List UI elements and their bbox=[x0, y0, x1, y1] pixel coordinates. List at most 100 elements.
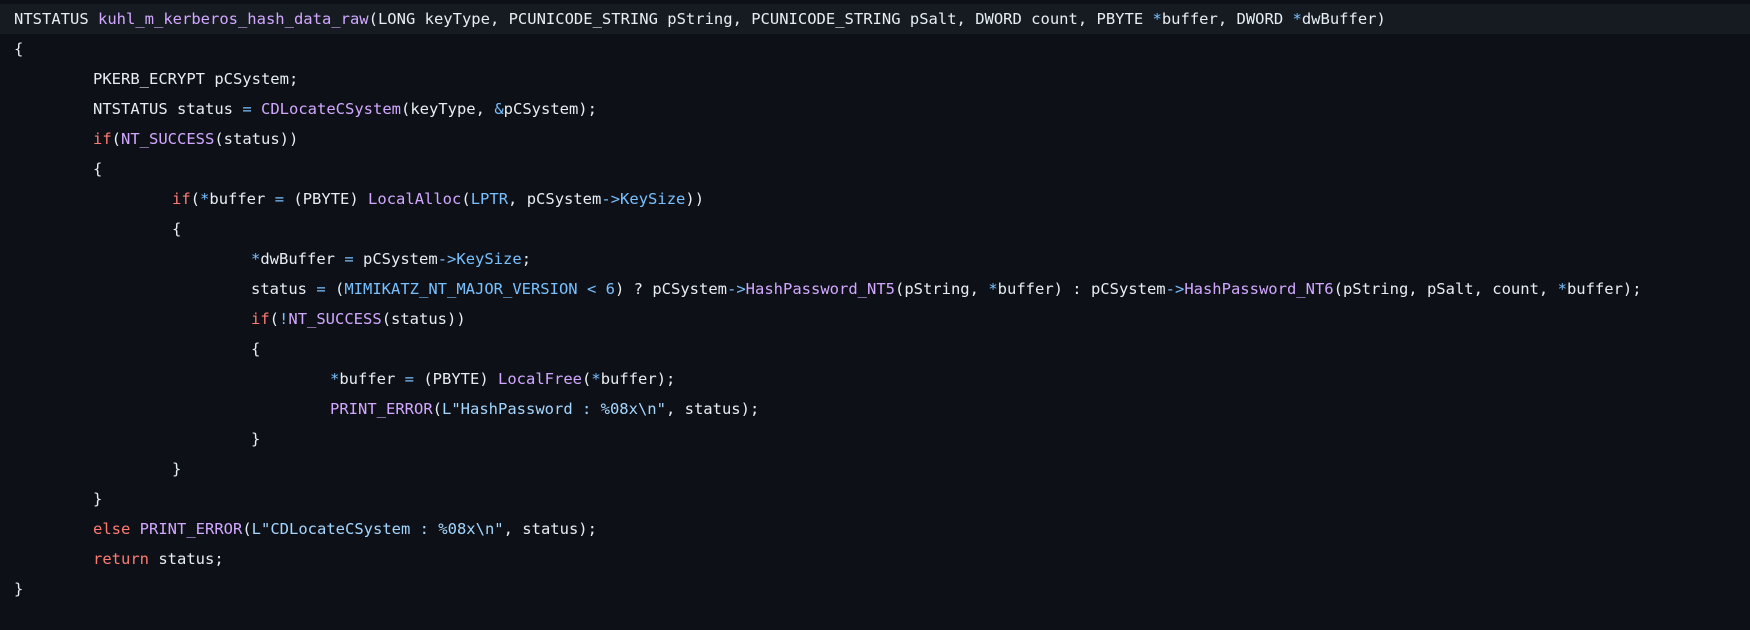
code-token: } bbox=[251, 430, 261, 448]
code-token: pCSystem); bbox=[503, 100, 597, 118]
code-line: } bbox=[0, 424, 1750, 454]
code-token: buffer) : pCSystem bbox=[997, 280, 1166, 298]
code-token: KeySize bbox=[456, 250, 522, 268]
code-token: ( bbox=[461, 190, 471, 208]
code-token: * bbox=[1292, 10, 1302, 28]
code-token: = bbox=[242, 100, 252, 118]
code-token: LocalAlloc bbox=[368, 190, 462, 208]
code-token: (LONG keyType, PCUNICODE_STRING pString,… bbox=[368, 10, 1153, 28]
code-token: kuhl_m_kerberos_hash_data_raw bbox=[98, 10, 369, 28]
code-token: else bbox=[93, 520, 131, 538]
code-line: if(NT_SUCCESS(status)) bbox=[0, 124, 1750, 154]
code-token: & bbox=[494, 100, 504, 118]
code-token: } bbox=[172, 460, 182, 478]
code-token: NT_SUCCESS bbox=[288, 310, 382, 328]
code-line: } bbox=[0, 574, 1750, 604]
code-line-text: PKERB_ECRYPT pCSystem; bbox=[93, 64, 298, 94]
code-token: CDLocateCSystem bbox=[261, 100, 401, 118]
code-token: * bbox=[591, 370, 601, 388]
code-line-text: *dwBuffer = pCSystem->KeySize; bbox=[251, 244, 531, 274]
code-token: } bbox=[93, 490, 103, 508]
code-line: if(*buffer = (PBYTE) LocalAlloc(LPTR, pC… bbox=[0, 184, 1750, 214]
code-token: ( bbox=[325, 280, 345, 298]
code-token: NTSTATUS status bbox=[93, 100, 243, 118]
code-line-text: return status; bbox=[93, 544, 224, 574]
code-token: buffer); bbox=[1566, 280, 1642, 298]
code-token: 6 bbox=[605, 280, 616, 298]
code-line: status = (MIMIKATZ_NT_MAJOR_VERSION < 6)… bbox=[0, 274, 1750, 304]
code-token: -> bbox=[601, 190, 621, 208]
code-line: PKERB_ECRYPT pCSystem; bbox=[0, 64, 1750, 94]
code-token: PRINT_ERROR bbox=[139, 520, 243, 538]
code-token: pCSystem bbox=[353, 250, 438, 268]
code-line: NTSTATUS kuhl_m_kerberos_hash_data_raw(L… bbox=[0, 4, 1750, 34]
code-line-text: { bbox=[172, 214, 181, 244]
code-token: KeySize bbox=[620, 190, 686, 208]
code-line: } bbox=[0, 484, 1750, 514]
code-token: (PBYTE) bbox=[414, 370, 499, 388]
code-token: ) ? pCSystem bbox=[615, 280, 727, 298]
code-token: PRINT_ERROR bbox=[330, 400, 433, 418]
code-token: = bbox=[316, 280, 326, 298]
code-view: NTSTATUS kuhl_m_kerberos_hash_data_raw(L… bbox=[0, 0, 1750, 630]
code-token: status bbox=[251, 280, 317, 298]
code-token: HashPassword_NT6 bbox=[1184, 280, 1334, 298]
code-token: buffer bbox=[209, 190, 275, 208]
code-line: NTSTATUS status = CDLocateCSystem(keyTyp… bbox=[0, 94, 1750, 124]
code-token: (status)) bbox=[381, 310, 466, 328]
code-token: * bbox=[988, 280, 998, 298]
code-line: *dwBuffer = pCSystem->KeySize; bbox=[0, 244, 1750, 274]
code-token: = bbox=[274, 190, 285, 208]
code-token: if bbox=[172, 190, 191, 208]
code-token: LPTR bbox=[470, 190, 509, 208]
code-token: L"HashPassword : %08x\n" bbox=[442, 400, 666, 418]
code-line: if(!NT_SUCCESS(status)) bbox=[0, 304, 1750, 334]
code-token: PKERB_ECRYPT pCSystem; bbox=[93, 70, 299, 88]
code-line-text: else PRINT_ERROR(L"CDLocateCSystem : %08… bbox=[93, 514, 597, 544]
code-token: , pCSystem bbox=[508, 190, 602, 208]
code-token: ( bbox=[242, 520, 252, 538]
code-token: buffer, DWORD bbox=[1161, 10, 1293, 28]
code-line: { bbox=[0, 154, 1750, 184]
code-line-text: { bbox=[251, 334, 260, 364]
code-line: return status; bbox=[0, 544, 1750, 574]
code-line-text: } bbox=[172, 454, 181, 484]
code-line-text: status = (MIMIKATZ_NT_MAJOR_VERSION < 6)… bbox=[251, 274, 1642, 304]
code-token: -> bbox=[437, 250, 457, 268]
code-token: * bbox=[330, 370, 340, 388]
code-token: * bbox=[1152, 10, 1162, 28]
code-line-text: PRINT_ERROR(L"HashPassword : %08x\n", st… bbox=[330, 394, 759, 424]
code-token: L"CDLocateCSystem : %08x\n" bbox=[251, 520, 504, 538]
code-token: HashPassword_NT5 bbox=[745, 280, 895, 298]
code-token: return bbox=[93, 550, 149, 568]
code-token: (pString, bbox=[894, 280, 989, 298]
code-token: { bbox=[14, 40, 24, 58]
code-token: (pString, pSalt, count, bbox=[1333, 280, 1558, 298]
code-token: -> bbox=[727, 280, 746, 298]
code-token: dwBuffer bbox=[260, 250, 345, 268]
code-token: (status)) bbox=[214, 130, 299, 148]
code-token: buffer); bbox=[600, 370, 676, 388]
code-token: (PBYTE) bbox=[284, 190, 369, 208]
code-token: ( bbox=[432, 400, 442, 418]
code-token: * bbox=[200, 190, 210, 208]
code-token: if bbox=[251, 310, 270, 328]
code-line-text: { bbox=[93, 154, 102, 184]
code-token: { bbox=[93, 160, 103, 178]
code-token: * bbox=[1557, 280, 1567, 298]
code-token: , status); bbox=[665, 400, 760, 418]
code-line: } bbox=[0, 454, 1750, 484]
code-line: { bbox=[0, 34, 1750, 64]
code-token: status; bbox=[149, 550, 224, 568]
code-line-text: *buffer = (PBYTE) LocalFree(*buffer); bbox=[330, 364, 675, 394]
code-token: = bbox=[404, 370, 415, 388]
code-line-text: NTSTATUS status = CDLocateCSystem(keyTyp… bbox=[93, 94, 597, 124]
code-token: ! bbox=[279, 310, 289, 328]
code-token: { bbox=[172, 220, 182, 238]
code-line-text: if(NT_SUCCESS(status)) bbox=[93, 124, 298, 154]
code-line-text: if(!NT_SUCCESS(status)) bbox=[251, 304, 466, 334]
